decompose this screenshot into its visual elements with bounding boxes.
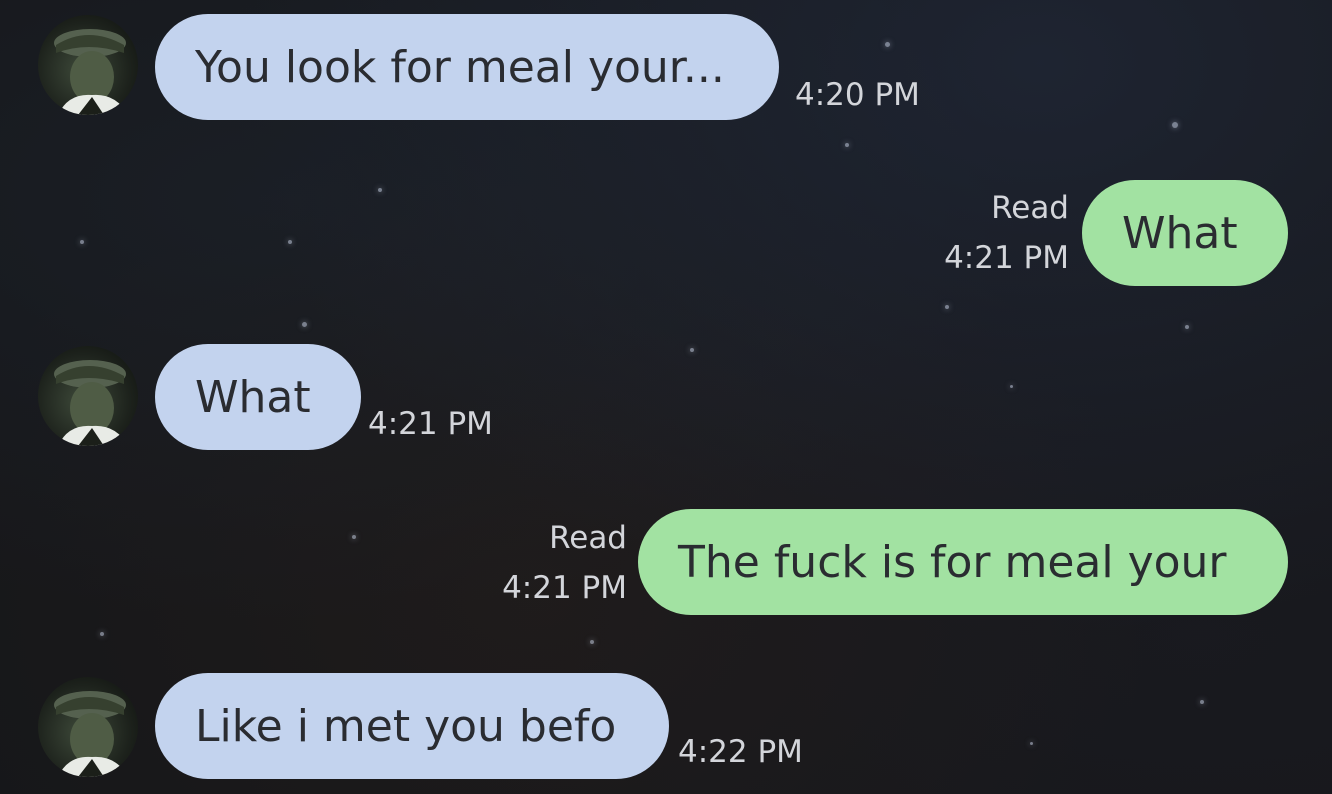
message-text: You look for meal your... <box>195 41 725 93</box>
message-time: 4:21 PM <box>944 240 1069 276</box>
person-with-cap-avatar-icon <box>54 691 128 777</box>
background-star <box>288 240 292 244</box>
outgoing-message-bubble[interactable]: The fuck is for meal your <box>638 509 1288 615</box>
read-receipt: Read <box>991 190 1069 226</box>
background-star <box>302 322 307 327</box>
person-with-cap-avatar-icon <box>54 360 128 446</box>
outgoing-message-bubble[interactable]: What <box>1082 180 1288 286</box>
message-time: 4:20 PM <box>795 77 920 113</box>
message-text: The fuck is for meal your <box>678 536 1227 588</box>
background-star <box>845 143 849 147</box>
contact-avatar[interactable] <box>38 677 138 777</box>
background-star <box>590 640 594 644</box>
message-time: 4:21 PM <box>368 406 493 442</box>
background-star <box>100 632 104 636</box>
background-star <box>1010 385 1013 388</box>
read-receipt: Read <box>549 520 627 556</box>
background-star <box>80 240 84 244</box>
message-time: 4:22 PM <box>678 734 803 770</box>
person-with-cap-avatar-icon <box>54 29 128 115</box>
incoming-message-bubble[interactable]: What <box>155 344 361 450</box>
message-text: What <box>1122 207 1238 259</box>
background-star <box>945 305 949 309</box>
contact-avatar[interactable] <box>38 15 138 115</box>
background-star <box>1185 325 1189 329</box>
incoming-message-bubble[interactable]: Like i met you befo <box>155 673 669 779</box>
message-text: Like i met you befo <box>195 700 617 752</box>
message-time: 4:21 PM <box>502 570 627 606</box>
background-star <box>1172 122 1178 128</box>
message-text: What <box>195 371 311 423</box>
contact-avatar[interactable] <box>38 346 138 446</box>
background-star <box>1030 742 1033 745</box>
incoming-message-bubble[interactable]: You look for meal your... <box>155 14 779 120</box>
background-star <box>690 348 694 352</box>
background-star <box>885 42 890 47</box>
background-star <box>352 535 356 539</box>
background-star <box>1200 700 1204 704</box>
background-star <box>378 188 382 192</box>
